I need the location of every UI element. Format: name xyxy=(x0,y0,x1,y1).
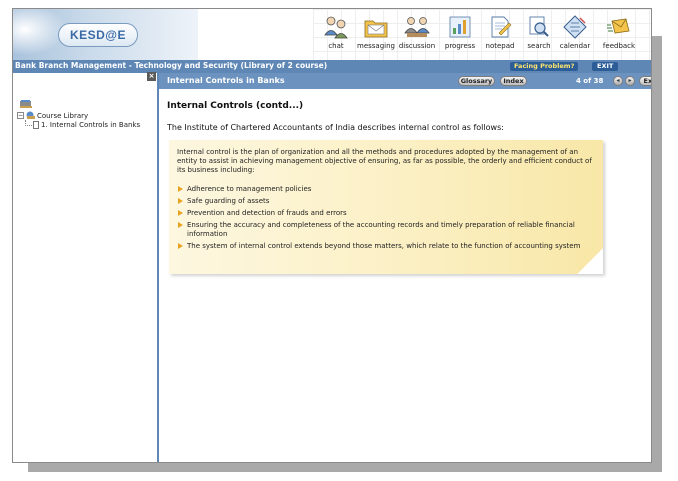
bullet-arrow-icon xyxy=(178,243,183,249)
tree-item-internal-controls[interactable]: 1. Internal Controls in Banks xyxy=(25,119,141,129)
content-header-bar: Internal Controls in Banks Glossary Inde… xyxy=(159,73,651,89)
list-item: Safe guarding of assets xyxy=(177,197,582,206)
content-area: Internal Controls (contd...) The Institu… xyxy=(159,89,651,462)
next-arrow-icon: ▸ xyxy=(628,77,632,84)
close-sidebar-icon[interactable]: × xyxy=(147,72,156,81)
tree-collapse-icon[interactable]: − xyxy=(17,112,24,119)
bullet-arrow-icon xyxy=(178,198,183,204)
course-tree-sidebar: × − Course Library 1. Internal Controls … xyxy=(13,72,159,462)
notepad-button[interactable]: notepad xyxy=(478,15,522,59)
list-item: Prevention and detection of frauds and e… xyxy=(177,209,582,218)
bullet-arrow-icon xyxy=(178,210,183,216)
intro-text: The Institute of Chartered Accountants o… xyxy=(167,123,504,132)
calendar-icon xyxy=(563,15,587,39)
page-heading: Internal Controls (contd...) xyxy=(167,101,304,111)
tree-line-connector xyxy=(25,119,32,126)
page-curl-decoration xyxy=(577,248,603,274)
exit-button-top[interactable]: EXIT xyxy=(592,62,619,71)
course-page-icon xyxy=(33,121,39,129)
note-bullet-list: Adherence to management policies Safe gu… xyxy=(177,185,582,254)
notepad-icon xyxy=(491,16,512,38)
next-page-button[interactable]: ▸ xyxy=(625,76,635,86)
index-button[interactable]: Index xyxy=(500,76,527,86)
bullet-arrow-icon xyxy=(178,186,183,192)
messaging-icon xyxy=(364,20,388,38)
chat-button[interactable]: chat xyxy=(314,15,358,59)
content-title: Internal Controls in Banks xyxy=(167,76,285,85)
discussion-label: discussion xyxy=(398,42,436,50)
list-item: Ensuring the accuracy and completeness o… xyxy=(177,221,582,239)
top-toolbar: KESD@E chat messaging discussion progres… xyxy=(13,9,651,60)
previous-arrow-icon: ◂ xyxy=(616,77,620,84)
list-item: The system of internal control extends b… xyxy=(177,242,582,251)
list-item-text: Adherence to management policies xyxy=(187,185,312,193)
feedback-label: feedback xyxy=(602,42,636,50)
messaging-label: messaging xyxy=(357,42,395,50)
search-icon xyxy=(529,16,549,37)
list-item-text: Ensuring the accuracy and completeness o… xyxy=(187,221,575,238)
chat-label: chat xyxy=(328,42,344,50)
course-title: Bank Branch Management - Technology and … xyxy=(15,61,328,70)
progress-button[interactable]: progress xyxy=(438,15,482,59)
feedback-icon xyxy=(607,18,630,34)
note-paragraph: Internal control is the plan of organiza… xyxy=(177,148,592,174)
glossary-button[interactable]: Glossary xyxy=(458,76,495,86)
logo: KESD@E xyxy=(58,23,138,47)
app-window: KESD@E chat messaging discussion progres… xyxy=(12,8,652,463)
progress-label: progress xyxy=(444,42,476,50)
progress-icon xyxy=(449,16,471,38)
list-item: Adherence to management policies xyxy=(177,185,582,194)
library-root-icon xyxy=(20,100,32,108)
messaging-button[interactable]: messaging xyxy=(354,15,398,59)
facing-problem-button[interactable]: Facing Problem? xyxy=(510,62,579,71)
bullet-arrow-icon xyxy=(178,222,183,228)
list-item-text: Prevention and detection of frauds and e… xyxy=(187,209,347,217)
discussion-button[interactable]: discussion xyxy=(395,15,439,59)
logo-banner: KESD@E xyxy=(13,9,198,60)
notepad-label: notepad xyxy=(485,42,515,50)
feedback-button[interactable]: feedback xyxy=(597,15,641,59)
course-title-bar: Bank Branch Management - Technology and … xyxy=(13,60,651,73)
tree-item-label: 1. Internal Controls in Banks xyxy=(41,121,141,129)
calendar-label: calendar xyxy=(559,42,591,50)
discussion-icon xyxy=(404,17,430,37)
calendar-button[interactable]: calendar xyxy=(553,15,597,59)
tree-root-label: Course Library xyxy=(37,111,89,120)
page-counter: 4 of 38 xyxy=(576,77,604,85)
definition-note-card: Internal control is the plan of organiza… xyxy=(169,140,603,274)
exit-button-content[interactable]: Exit xyxy=(639,76,651,86)
previous-page-button[interactable]: ◂ xyxy=(613,76,623,86)
list-item-text: The system of internal control extends b… xyxy=(187,242,581,250)
list-item-text: Safe guarding of assets xyxy=(187,197,270,205)
chat-icon xyxy=(324,16,348,39)
logo-text: KESD@E xyxy=(69,28,127,42)
